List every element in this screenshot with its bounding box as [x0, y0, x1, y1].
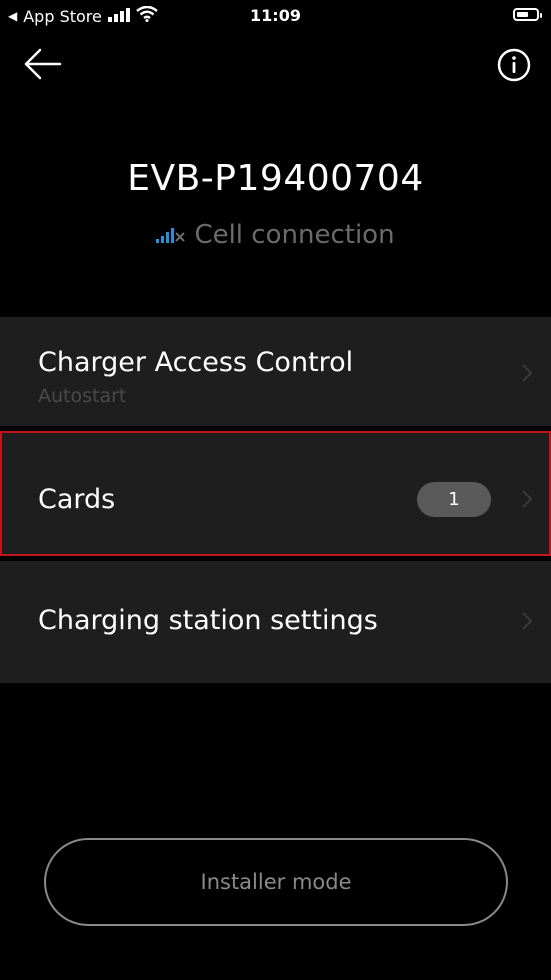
info-circle-icon [497, 48, 531, 82]
wifi-icon [136, 5, 158, 26]
cards-count-badge: 1 [417, 482, 491, 517]
access-control-label: Charger Access Control [38, 347, 354, 378]
back-to-app[interactable]: ◀ App Store [8, 5, 158, 26]
cards-item[interactable]: Cards 1 [0, 431, 551, 556]
info-button[interactable] [497, 48, 531, 82]
cell-signal-off-icon [156, 220, 186, 250]
installer-mode-button[interactable]: Installer mode [44, 838, 508, 926]
status-bar: ◀ App Store 11:09 [0, 0, 551, 34]
clock: 11:09 [250, 6, 301, 25]
chevron-right-icon [522, 490, 533, 508]
charger-name: EVB-P19400704 [127, 158, 424, 199]
back-triangle-icon: ◀ [8, 9, 18, 23]
cards-label: Cards [38, 484, 116, 515]
charging-station-settings-item[interactable]: Charging station settings [0, 561, 551, 683]
back-button[interactable] [22, 46, 62, 82]
chevron-right-icon [522, 364, 533, 382]
charger-access-control-item[interactable]: Charger Access Control Autostart [0, 317, 551, 426]
arrow-left-icon [24, 48, 62, 80]
station-settings-label: Charging station settings [38, 605, 378, 636]
connection-status: Cell connection [0, 220, 551, 250]
battery-icon [513, 8, 542, 21]
connection-label: Cell connection [194, 220, 395, 250]
access-control-sublabel: Autostart [38, 385, 127, 407]
back-app-label: App Store [23, 6, 102, 26]
battery-level [517, 12, 528, 17]
chevron-right-icon [522, 612, 533, 630]
cellular-signal-icon [107, 7, 130, 26]
